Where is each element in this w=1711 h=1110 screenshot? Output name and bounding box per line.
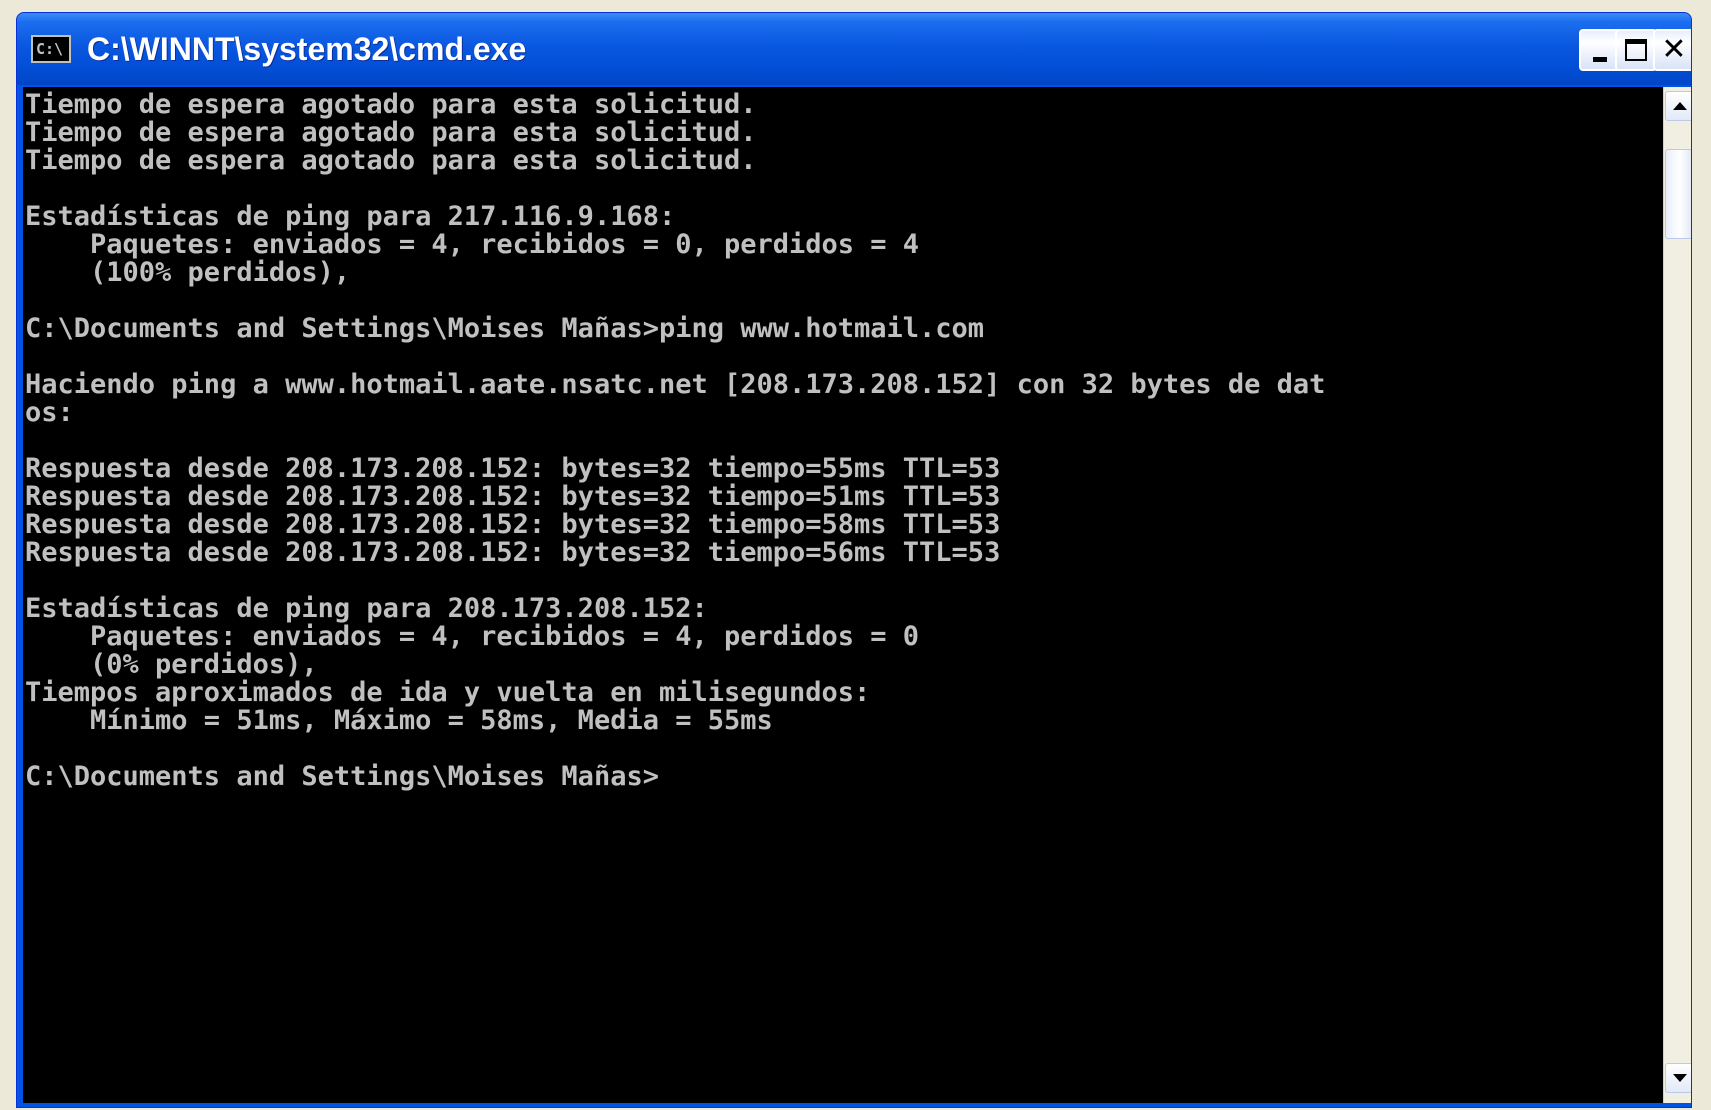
console-line: Respuesta desde 208.173.208.152: bytes=3… (25, 453, 1001, 484)
console-line: (0% perdidos), (25, 649, 318, 680)
console-text: Tiempo de espera agotado para esta solic… (23, 87, 1663, 791)
title-bar[interactable]: C:\ C:\WINNT\system32\cmd.exe ✕ (17, 13, 1691, 85)
scroll-up-arrow-icon (1673, 102, 1687, 110)
maximize-icon (1625, 39, 1647, 61)
window-bottom-border (17, 1103, 1691, 1107)
console-line: Respuesta desde 208.173.208.152: bytes=3… (25, 481, 1001, 512)
scrollbar-thumb[interactable] (1665, 149, 1691, 239)
console-line: Respuesta desde 208.173.208.152: bytes=3… (25, 509, 1001, 540)
cmd-window: C:\ C:\WINNT\system32\cmd.exe ✕ Tiempo d… (16, 12, 1692, 1108)
console-line: Tiempos aproximados de ida y vuelta en m… (25, 677, 871, 708)
console-line: Mínimo = 51ms, Máximo = 58ms, Media = 55… (25, 705, 773, 736)
console-app-icon[interactable]: C:\ (31, 35, 71, 63)
console-line: Tiempo de espera agotado para esta solic… (25, 145, 757, 176)
console-line: C:\Documents and Settings\Moises Mañas> (25, 761, 659, 792)
console-line: os: (25, 397, 74, 428)
close-icon: ✕ (1661, 32, 1687, 67)
scroll-down-arrow-icon (1673, 1074, 1687, 1082)
console-output-area[interactable]: Tiempo de espera agotado para esta solic… (23, 87, 1663, 1103)
console-line: Paquetes: enviados = 4, recibidos = 0, p… (25, 229, 920, 260)
console-line: Haciendo ping a www.hotmail.aate.nsatc.n… (25, 369, 1326, 400)
console-line: Tiempo de espera agotado para esta solic… (25, 89, 757, 120)
console-line: C:\Documents and Settings\Moises Mañas>p… (25, 313, 985, 344)
console-line: Paquetes: enviados = 4, recibidos = 4, p… (25, 621, 920, 652)
minimize-icon (1593, 56, 1607, 62)
maximize-button[interactable] (1615, 29, 1657, 71)
vertical-scrollbar[interactable] (1663, 87, 1691, 1103)
scroll-down-button[interactable] (1665, 1063, 1691, 1093)
console-line: Estadísticas de ping para 208.173.208.15… (25, 593, 708, 624)
close-button[interactable]: ✕ (1653, 29, 1691, 71)
scroll-up-button[interactable] (1665, 91, 1691, 121)
console-line: (100% perdidos), (25, 257, 351, 288)
window-title: C:\WINNT\system32\cmd.exe (87, 31, 527, 67)
console-line: Estadísticas de ping para 217.116.9.168: (25, 201, 676, 232)
console-line: Tiempo de espera agotado para esta solic… (25, 117, 757, 148)
console-line: Respuesta desde 208.173.208.152: bytes=3… (25, 537, 1001, 568)
